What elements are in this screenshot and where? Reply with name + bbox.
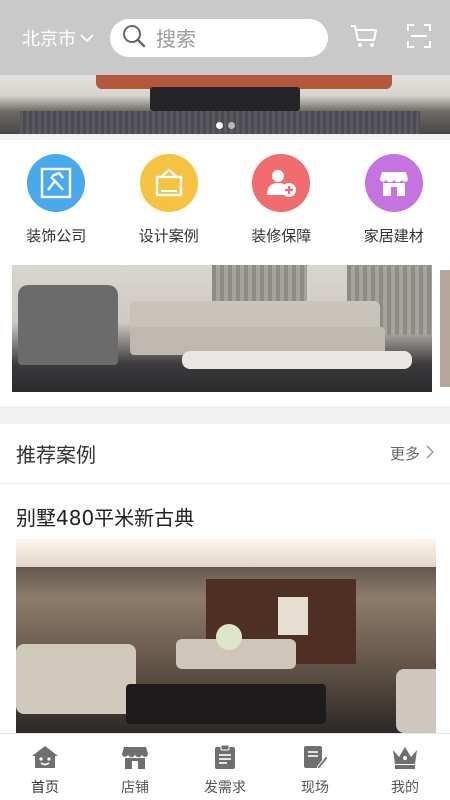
- category-label: 设计案例: [138, 227, 199, 245]
- case-image-flower: [216, 624, 242, 650]
- site-icon: [302, 744, 329, 774]
- company-icon: [27, 154, 86, 212]
- home-icon: [30, 744, 60, 774]
- case-image-table: [126, 684, 326, 724]
- carousel-indicator: [0, 122, 450, 129]
- category-design-case[interactable]: 设计案例: [113, 140, 226, 258]
- recommended-section: 推荐案例 更多 别墅480平米新古典: [0, 424, 450, 733]
- tab-label: 现场: [301, 780, 329, 796]
- tab-label: 发需求: [204, 780, 246, 796]
- chevron-down-icon: [80, 27, 94, 48]
- banner-image-table: [150, 87, 300, 111]
- profile-crown-icon: [390, 744, 420, 774]
- case-image-sofa: [16, 644, 136, 714]
- more-link[interactable]: 更多: [389, 443, 435, 464]
- case-image-chair: [396, 669, 436, 733]
- tab-post-demand[interactable]: 发需求: [180, 734, 270, 800]
- category-label: 装修保障: [251, 227, 312, 245]
- scan-icon[interactable]: [406, 23, 432, 53]
- cart-icon[interactable]: [350, 23, 378, 53]
- category-home-materials[interactable]: 家居建材: [338, 140, 450, 258]
- category-label: 装饰公司: [26, 227, 87, 245]
- category-label: 家居建材: [363, 227, 424, 245]
- guarantee-icon: [252, 154, 311, 212]
- city-selector[interactable]: 北京市: [22, 25, 108, 51]
- case-image-art: [278, 597, 308, 635]
- search-placeholder: 搜索: [156, 27, 196, 51]
- store-icon: [364, 154, 423, 212]
- top-bar: 北京市 搜索: [0, 0, 450, 75]
- carousel-dot-active[interactable]: [215, 122, 223, 129]
- post-demand-icon: [213, 744, 237, 774]
- bottom-tab-bar: 首页 店铺 发需求 现场 我的: [0, 733, 450, 800]
- banner-image-chair: [18, 285, 118, 365]
- city-label: 北京市: [22, 28, 76, 50]
- tab-home[interactable]: 首页: [0, 734, 90, 800]
- search-input[interactable]: 搜索: [110, 18, 328, 57]
- hero-banner[interactable]: [0, 75, 450, 134]
- section-header: 推荐案例 更多: [0, 424, 450, 484]
- tab-site[interactable]: 现场: [270, 734, 360, 800]
- promo-banner-section: [0, 258, 450, 406]
- more-label: 更多: [389, 445, 420, 463]
- shop-icon: [121, 744, 149, 774]
- design-case-icon: [139, 154, 198, 212]
- tab-label: 首页: [31, 780, 59, 796]
- category-guarantee[interactable]: 装修保障: [225, 140, 338, 258]
- category-decoration-company[interactable]: 装饰公司: [0, 140, 113, 258]
- case-title[interactable]: 别墅480平米新古典: [16, 502, 194, 531]
- next-banner-peek[interactable]: [440, 270, 450, 387]
- promo-banner-image[interactable]: [12, 265, 432, 392]
- case-image[interactable]: [16, 539, 436, 733]
- tab-label: 店铺: [121, 780, 149, 796]
- search-icon: [122, 24, 146, 52]
- category-grid: 装饰公司 设计案例 装修保障 家居建材: [0, 140, 450, 258]
- tab-label: 我的: [391, 780, 419, 796]
- chevron-right-icon: [426, 444, 435, 463]
- carousel-dot[interactable]: [227, 122, 235, 129]
- section-title: 推荐案例: [16, 443, 96, 467]
- banner-image-table: [182, 351, 412, 369]
- case-image-ceiling: [16, 539, 436, 567]
- tab-profile[interactable]: 我的: [360, 734, 450, 800]
- tab-shop[interactable]: 店铺: [90, 734, 180, 800]
